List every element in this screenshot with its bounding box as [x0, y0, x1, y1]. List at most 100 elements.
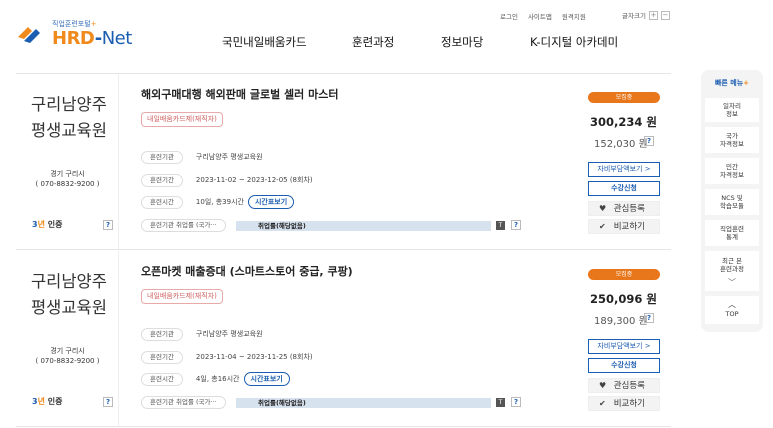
help-icon[interactable]: ?: [644, 313, 654, 323]
logo-mark-icon: [18, 27, 40, 43]
employment-rate-row: 훈련기관 취업률 (국가··· 취업률(해당없음) T ?: [141, 395, 571, 409]
quick-item-private-cert[interactable]: 민간 자격정보: [705, 158, 759, 184]
institution-phone: ( 070-8832-9200 ): [35, 357, 100, 365]
font-increase-button[interactable]: +: [648, 10, 658, 20]
training-time-row: 훈련시간 4일, 총16시간 시간표보기: [141, 372, 290, 386]
remote-support-link[interactable]: 원격지원: [562, 11, 586, 21]
training-institution-row: 훈련기관 구리남양주 평생교육원: [141, 150, 263, 164]
font-size-label: 글자크기: [622, 12, 646, 20]
help-icon[interactable]: ?: [644, 136, 654, 146]
course-price: 300,234 원: [590, 115, 657, 129]
status-badge: 모집중: [588, 269, 660, 280]
certification-badge: 3년 인증: [32, 220, 63, 229]
institution-region: 경기 구리시: [50, 170, 85, 178]
help-icon[interactable]: ?: [103, 397, 113, 407]
training-period-row: 훈련기간 2023-11-04 ~ 2023-11-25 (8회차): [141, 350, 313, 364]
self-pay-amount: 152,030 원: [594, 139, 648, 150]
course-actions: 모집중 300,234 원 152,030 원 ? 자비부담액보기 > 수강신청…: [586, 74, 661, 249]
chevron-down-icon[interactable]: ﹀: [701, 277, 763, 288]
logo-wordmark: HRD-Net: [52, 28, 132, 49]
employment-rate-bar: 취업률(해당없음): [236, 221, 491, 231]
font-decrease-button[interactable]: −: [660, 10, 670, 20]
self-pay-button[interactable]: 자비부담액보기 >: [588, 162, 660, 177]
row-label: 훈련시간: [141, 372, 183, 386]
nav-item-k-digital[interactable]: K-디지털 아카데미: [530, 34, 618, 50]
row-label: 훈련시간: [141, 195, 183, 209]
main-nav: 국민내일배움카드 훈련과정 정보마당 K-디지털 아카데미: [222, 34, 618, 50]
row-value: 2023-11-04 ~ 2023-11-25 (8회차): [195, 353, 313, 361]
course-price: 250,096 원: [590, 292, 657, 306]
institution-panel: 구리남양주 평생교육원 경기 구리시 ( 070-8832-9200 ) 3년 …: [16, 251, 119, 426]
self-pay-amount: 189,300 원: [594, 316, 648, 327]
nav-item-courses[interactable]: 훈련과정: [352, 34, 441, 50]
compare-button[interactable]: ✔ 비교하기: [588, 396, 660, 411]
quick-menu-title: 빠른 메뉴+: [714, 79, 750, 87]
interest-button[interactable]: ♥ 관심등록: [588, 201, 660, 216]
institution-panel: 구리남양주 평생교육원 경기 구리시 ( 070-8832-9200 ) 3년 …: [16, 74, 119, 249]
row-label: 훈련기간: [141, 350, 183, 364]
help-icon[interactable]: ?: [511, 220, 521, 230]
check-icon: ✔: [599, 222, 606, 231]
utility-links: 로그인 사이트맵 원격지원: [500, 11, 586, 21]
certification-badge: 3년 인증: [32, 397, 63, 406]
quick-item-stats[interactable]: 직업훈련 통계: [705, 220, 759, 246]
interest-button[interactable]: ♥ 관심등록: [588, 378, 660, 393]
institution-address: 경기 구리시 ( 070-8832-9200 ): [16, 346, 119, 366]
course-type-tag: 내일배움카드제(재직자): [141, 289, 223, 304]
chevron-up-icon: ︿: [728, 300, 736, 309]
sitemap-link[interactable]: 사이트맵: [528, 11, 552, 21]
training-institution-row: 훈련기관 구리남양주 평생교육원: [141, 327, 263, 341]
row-label: 훈련기관 취업률 (국가···: [141, 395, 226, 409]
row-label: 훈련기관: [141, 327, 183, 341]
training-time-row: 훈련시간 10일, 총39시간 시간표보기: [141, 195, 295, 209]
training-period-row: 훈련기간 2023-11-02 ~ 2023-12-05 (8회차): [141, 173, 313, 187]
help-icon[interactable]: ?: [511, 397, 521, 407]
course-title[interactable]: 오픈마켓 매출증대 (스마트스토어 중급, 쿠팡): [141, 263, 353, 279]
institution-name[interactable]: 구리남양주 평생교육원: [31, 92, 126, 144]
employment-rate-bar: 취업률(해당없음): [236, 398, 491, 408]
check-icon: ✔: [599, 399, 606, 408]
scroll-top-button[interactable]: ︿ TOP: [705, 296, 759, 324]
institution-phone: ( 070-8832-9200 ): [35, 180, 100, 188]
institution-address: 경기 구리시 ( 070-8832-9200 ): [16, 169, 119, 189]
course-actions: 모집중 250,096 원 189,300 원 ? 자비부담액보기 > 수강신청…: [586, 251, 661, 426]
row-value: 2023-11-02 ~ 2023-12-05 (8회차): [195, 176, 313, 184]
help-icon[interactable]: ?: [103, 220, 113, 230]
heart-icon: ♥: [599, 381, 607, 390]
quick-item-national-cert[interactable]: 국가 자격정보: [705, 127, 759, 153]
employment-detail-icon[interactable]: T: [496, 398, 505, 407]
quick-menu: 빠른 메뉴+ 일자리 정보 국가 자격정보 민간 자격정보 NCS 및 학습모듈…: [701, 70, 763, 332]
site-header: 직업훈련포털+ HRD-Net 로그인 사이트맵 원격지원 글자크기 + − 국…: [0, 0, 773, 62]
font-size-control: 글자크기 + −: [622, 10, 670, 20]
timetable-button[interactable]: 시간표보기: [247, 195, 295, 209]
top-label: TOP: [725, 310, 739, 318]
row-value: 4일, 총16시간: [195, 375, 240, 383]
compare-button[interactable]: ✔ 비교하기: [588, 219, 660, 234]
row-label: 훈련기관: [141, 150, 183, 164]
course-title[interactable]: 해외구매대행 해외판매 글로벌 셀러 마스터: [141, 86, 338, 102]
row-label: 훈련기간: [141, 173, 183, 187]
nav-item-info[interactable]: 정보마당: [441, 34, 530, 50]
course-info: 오픈마켓 매출증대 (스마트스토어 중급, 쿠팡) 내일배움카드제(재직자) 훈…: [141, 251, 571, 426]
quick-item-ncs[interactable]: NCS 및 학습모듈: [705, 189, 759, 215]
institution-name[interactable]: 구리남양주 평생교육원: [31, 269, 126, 321]
login-link[interactable]: 로그인: [500, 11, 518, 21]
course-card: 구리남양주 평생교육원 경기 구리시 ( 070-8832-9200 ) 3년 …: [16, 74, 671, 250]
course-type-tag: 내일배움카드제(재직자): [141, 112, 223, 127]
quick-item-jobs[interactable]: 일자리 정보: [705, 98, 759, 122]
timetable-button[interactable]: 시간표보기: [243, 372, 290, 386]
nav-item-card[interactable]: 국민내일배움카드: [222, 34, 352, 50]
course-card: 구리남양주 평생교육원 경기 구리시 ( 070-8832-9200 ) 3년 …: [16, 251, 671, 427]
row-label: 훈련기관 취업률 (국가···: [141, 218, 226, 232]
heart-icon: ♥: [599, 204, 607, 213]
institution-region: 경기 구리시: [50, 347, 85, 355]
course-info: 해외구매대행 해외판매 글로벌 셀러 마스터 내일배움카드제(재직자) 훈련기관…: [141, 74, 571, 249]
apply-button[interactable]: 수강신청: [588, 358, 660, 373]
hrd-net-logo[interactable]: 직업훈련포털+ HRD-Net: [16, 17, 136, 51]
employment-detail-icon[interactable]: T: [496, 221, 505, 230]
status-badge: 모집중: [588, 92, 660, 103]
row-value: 10일, 총39시간: [195, 198, 244, 206]
employment-rate-row: 훈련기관 취업률 (국가··· 취업률(해당없음) T ?: [141, 218, 571, 232]
self-pay-button[interactable]: 자비부담액보기 >: [588, 339, 660, 354]
apply-button[interactable]: 수강신청: [588, 181, 660, 196]
